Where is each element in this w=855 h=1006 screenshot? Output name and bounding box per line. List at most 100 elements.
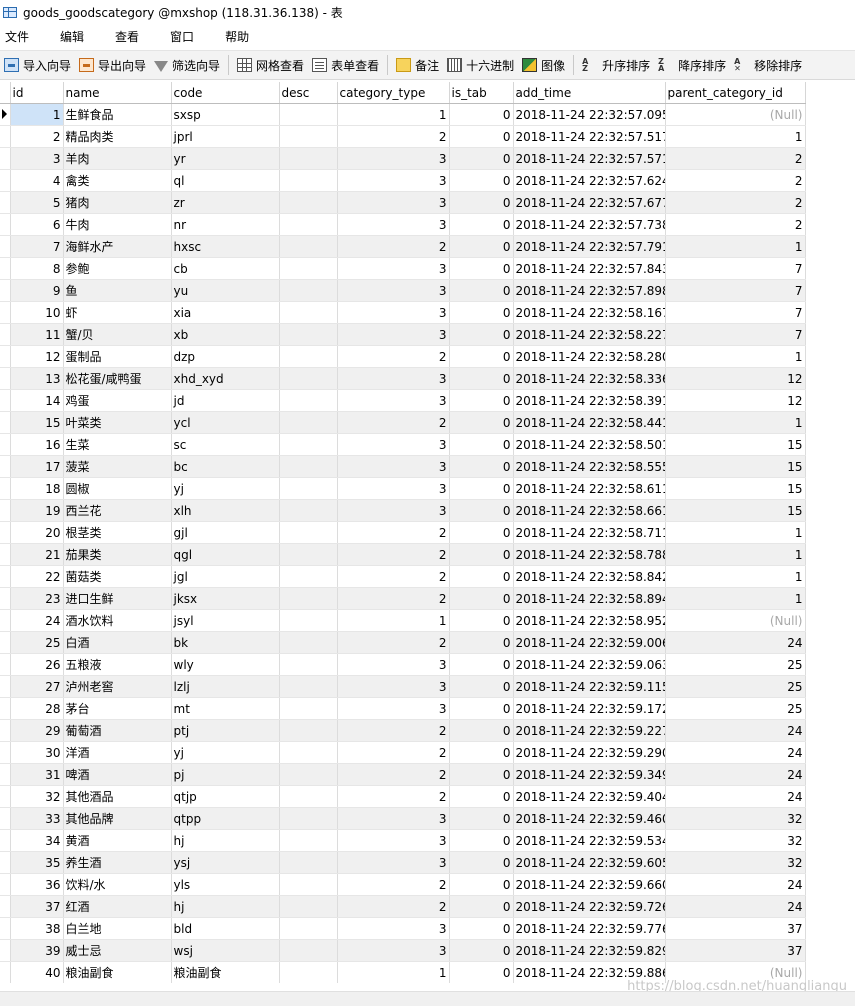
cell-is-tab[interactable]: 0: [449, 345, 514, 368]
filter-wizard-button[interactable]: 筛选向导: [150, 53, 224, 77]
cell-id[interactable]: 21: [10, 543, 64, 566]
cell-code[interactable]: yls: [171, 873, 280, 896]
cell-id[interactable]: 12: [10, 345, 64, 368]
cell-parent-category-id[interactable]: 24: [665, 631, 806, 654]
cell-desc[interactable]: [279, 323, 338, 346]
cell-code[interactable]: lzlj: [171, 675, 280, 698]
table-row[interactable]: 21 茄果类 qgl 2 0 2018-11-24 22:32:58.7883 1: [0, 543, 806, 566]
cell-add-time[interactable]: 2018-11-24 22:32:57.5719: [513, 147, 666, 170]
cell-add-time[interactable]: 2018-11-24 22:32:59.5343: [513, 829, 666, 852]
cell-parent-category-id[interactable]: 15: [665, 433, 806, 456]
cell-parent-category-id[interactable]: 1: [665, 345, 806, 368]
cell-category-type[interactable]: 3: [337, 147, 450, 170]
cell-is-tab[interactable]: 0: [449, 763, 514, 786]
table-row[interactable]: 26 五粮液 wly 3 0 2018-11-24 22:32:59.0639 25: [0, 653, 806, 676]
table-row[interactable]: 31 啤酒 pj 2 0 2018-11-24 22:32:59.3497 24: [0, 763, 806, 786]
cell-desc[interactable]: [279, 411, 338, 434]
cell-id[interactable]: 13: [10, 367, 64, 390]
cell-code[interactable]: ycl: [171, 411, 280, 434]
cell-is-tab[interactable]: 0: [449, 235, 514, 258]
cell-id[interactable]: 17: [10, 455, 64, 478]
cell-category-type[interactable]: 3: [337, 675, 450, 698]
cell-id[interactable]: 15: [10, 411, 64, 434]
cell-desc[interactable]: [279, 103, 338, 126]
cell-parent-category-id[interactable]: 24: [665, 763, 806, 786]
table-row[interactable]: 30 洋酒 yj 2 0 2018-11-24 22:32:59.2903 24: [0, 741, 806, 764]
row-indicator[interactable]: [0, 653, 11, 676]
cell-parent-category-id[interactable]: 2: [665, 191, 806, 214]
cell-desc[interactable]: [279, 367, 338, 390]
cell-add-time[interactable]: 2018-11-24 22:32:58.2807: [513, 345, 666, 368]
cell-category-type[interactable]: 2: [337, 873, 450, 896]
cell-parent-category-id[interactable]: (Null): [665, 103, 806, 126]
row-indicator[interactable]: [0, 873, 11, 896]
remove-sort-button[interactable]: A ✕ 移除排序: [730, 53, 806, 77]
column-header-parent-category-id[interactable]: parent_category_id: [665, 82, 806, 104]
cell-category-type[interactable]: 3: [337, 323, 450, 346]
column-header-is-tab[interactable]: is_tab: [449, 82, 514, 104]
cell-is-tab[interactable]: 0: [449, 389, 514, 412]
cell-code[interactable]: xb: [171, 323, 280, 346]
cell-name[interactable]: 参鲍: [63, 257, 172, 280]
cell-add-time[interactable]: 2018-11-24 22:32:59.1151: [513, 675, 666, 698]
cell-id[interactable]: 35: [10, 851, 64, 874]
cell-parent-category-id[interactable]: 24: [665, 741, 806, 764]
table-row[interactable]: 4 禽类 ql 3 0 2018-11-24 22:32:57.6244 2: [0, 169, 806, 192]
cell-id[interactable]: 27: [10, 675, 64, 698]
cell-is-tab[interactable]: 0: [449, 411, 514, 434]
table-row[interactable]: 11 蟹/贝 xb 3 0 2018-11-24 22:32:58.2270 7: [0, 323, 806, 346]
cell-add-time[interactable]: 2018-11-24 22:32:59.4605: [513, 807, 666, 830]
cell-category-type[interactable]: 2: [337, 543, 450, 566]
cell-id[interactable]: 26: [10, 653, 64, 676]
cell-desc[interactable]: [279, 543, 338, 566]
cell-id[interactable]: 32: [10, 785, 64, 808]
cell-desc[interactable]: [279, 829, 338, 852]
cell-name[interactable]: 威士忌: [63, 939, 172, 962]
cell-name[interactable]: 根茎类: [63, 521, 172, 544]
table-row[interactable]: 1 生鲜食品 sxsp 1 0 2018-11-24 22:32:57.0955 (Null…: [0, 103, 806, 126]
cell-name[interactable]: 羊肉: [63, 147, 172, 170]
cell-code[interactable]: yj: [171, 741, 280, 764]
cell-is-tab[interactable]: 0: [449, 499, 514, 522]
row-indicator[interactable]: [0, 631, 11, 654]
cell-code[interactable]: cb: [171, 257, 280, 280]
cell-desc[interactable]: [279, 235, 338, 258]
row-indicator[interactable]: [0, 565, 11, 588]
cell-id[interactable]: 5: [10, 191, 64, 214]
row-indicator[interactable]: [0, 543, 11, 566]
cell-name[interactable]: 松花蛋/咸鸭蛋: [63, 367, 172, 390]
cell-add-time[interactable]: 2018-11-24 22:32:58.8944: [513, 587, 666, 610]
table-row[interactable]: 29 葡萄酒 ptj 2 0 2018-11-24 22:32:59.2273 24: [0, 719, 806, 742]
cell-parent-category-id[interactable]: 2: [665, 213, 806, 236]
table-row[interactable]: 15 叶菜类 ycl 2 0 2018-11-24 22:32:58.4414 1: [0, 411, 806, 434]
cell-is-tab[interactable]: 0: [449, 961, 514, 983]
table-row[interactable]: 24 酒水饮料 jsyl 1 0 2018-11-24 22:32:58.9523 (Nul…: [0, 609, 806, 632]
cell-category-type[interactable]: 3: [337, 477, 450, 500]
cell-desc[interactable]: [279, 917, 338, 940]
table-row[interactable]: 5 猪肉 zr 3 0 2018-11-24 22:32:57.6774 2: [0, 191, 806, 214]
cell-name[interactable]: 叶菜类: [63, 411, 172, 434]
cell-id[interactable]: 30: [10, 741, 64, 764]
cell-id[interactable]: 23: [10, 587, 64, 610]
menu-edit[interactable]: 编辑: [55, 28, 84, 45]
cell-add-time[interactable]: 2018-11-24 22:32:57.6244: [513, 169, 666, 192]
cell-id[interactable]: 19: [10, 499, 64, 522]
cell-name[interactable]: 生菜: [63, 433, 172, 456]
cell-parent-category-id[interactable]: 32: [665, 807, 806, 830]
cell-add-time[interactable]: 2018-11-24 22:32:57.8434: [513, 257, 666, 280]
cell-name[interactable]: 黄酒: [63, 829, 172, 852]
cell-category-type[interactable]: 2: [337, 345, 450, 368]
column-header-name[interactable]: name: [63, 82, 172, 104]
cell-name[interactable]: 鱼: [63, 279, 172, 302]
table-row[interactable]: 14 鸡蛋 jd 3 0 2018-11-24 22:32:58.3911 12: [0, 389, 806, 412]
cell-id[interactable]: 3: [10, 147, 64, 170]
cell-desc[interactable]: [279, 873, 338, 896]
cell-code[interactable]: gjl: [171, 521, 280, 544]
cell-parent-category-id[interactable]: 1: [665, 411, 806, 434]
cell-id[interactable]: 10: [10, 301, 64, 324]
table-row[interactable]: 8 参鲍 cb 3 0 2018-11-24 22:32:57.8434 7: [0, 257, 806, 280]
cell-category-type[interactable]: 3: [337, 213, 450, 236]
cell-parent-category-id[interactable]: 37: [665, 939, 806, 962]
cell-category-type[interactable]: 3: [337, 917, 450, 940]
cell-desc[interactable]: [279, 587, 338, 610]
